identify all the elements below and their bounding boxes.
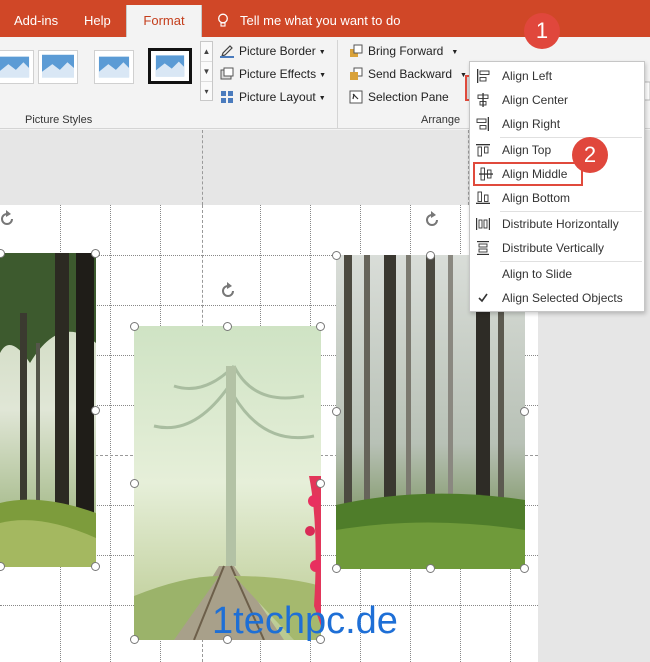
bring-forward-button[interactable]: Bring Forward ▼ [349, 41, 458, 61]
callout-badge-1: 1 [524, 13, 560, 49]
picture-style-icon [152, 51, 188, 81]
resize-handle[interactable] [426, 251, 435, 260]
align-center-icon [477, 93, 489, 107]
resize-handle[interactable] [520, 407, 529, 416]
resize-handle[interactable] [520, 564, 529, 573]
menu-item-distribute-horizontally[interactable]: Distribute Horizontally [470, 212, 644, 236]
picture-border-button[interactable]: Picture Border ▼ [220, 41, 326, 61]
rotate-handle-icon[interactable] [219, 282, 237, 300]
align-middle-icon [479, 167, 493, 181]
resize-handle[interactable] [130, 322, 139, 331]
gallery-down-icon[interactable]: ▼ [201, 62, 212, 82]
rotate-handle-icon[interactable] [423, 211, 441, 229]
photo-forest-path-image [0, 253, 96, 567]
picture-effects-button[interactable]: Picture Effects ▼ [220, 64, 326, 84]
watermark-text: 1techpc.de [212, 600, 398, 642]
align-top-icon [476, 144, 490, 157]
rotate-handle-icon[interactable] [0, 210, 16, 228]
grid-line [110, 205, 111, 662]
effects-icon [220, 67, 234, 80]
picture-style-icon [0, 51, 33, 83]
picture-style-thumb[interactable] [0, 50, 34, 84]
bring-forward-icon [350, 44, 363, 57]
menu-item-align-selected-objects[interactable]: Align Selected Objects [470, 286, 644, 310]
resize-handle[interactable] [316, 479, 325, 488]
tab-add-ins[interactable]: Add-ins [14, 0, 58, 37]
slide[interactable] [0, 205, 538, 662]
tell-me-text: Tell me what you want to do [240, 13, 401, 28]
menu-item-align-top[interactable]: Align Top [470, 138, 644, 162]
menu-item-distribute-vertically[interactable]: Distribute Vertically [470, 236, 644, 260]
resize-handle[interactable] [91, 406, 100, 415]
picture-layout-button[interactable]: Picture Layout ▼ [220, 87, 326, 107]
picture-style-thumb[interactable] [38, 50, 78, 84]
resize-handle[interactable] [223, 322, 232, 331]
layout-icon [221, 91, 233, 103]
menu-item-align-to-slide[interactable]: Align to Slide [470, 262, 644, 286]
menu-item-align-center[interactable]: Align Center [470, 88, 644, 112]
picture-misty-tree[interactable] [134, 326, 321, 640]
picture-forest-path[interactable] [0, 253, 96, 567]
distribute-horizontal-icon [476, 218, 490, 230]
smart-guide [202, 130, 203, 205]
menu-item-align-left[interactable]: Align Left [470, 64, 644, 88]
align-right-icon [476, 117, 489, 131]
resize-handle[interactable] [91, 562, 100, 571]
gallery-scroll[interactable]: ▲ ▼ ▾ [200, 41, 213, 101]
resize-handle[interactable] [130, 635, 139, 644]
resize-handle[interactable] [0, 562, 5, 571]
align-left-icon [477, 69, 490, 83]
picture-style-thumb-selected[interactable] [148, 48, 192, 84]
group-label-picture-styles: Picture Styles [25, 114, 93, 126]
distribute-vertical-icon [477, 241, 489, 255]
resize-handle[interactable] [332, 407, 341, 416]
selection-pane-button[interactable]: Selection Pane [349, 87, 449, 107]
tab-format[interactable]: Format [126, 5, 202, 37]
photo-misty-tree-image [134, 326, 321, 640]
group-label-arrange: Arrange [421, 114, 461, 126]
menu-item-align-bottom[interactable]: Align Bottom [470, 186, 644, 210]
menu-item-align-middle[interactable]: Align Middle [473, 162, 583, 186]
align-dropdown-menu: Align Left Align Center Align Right Alig… [469, 61, 645, 312]
resize-handle[interactable] [316, 322, 325, 331]
gallery-up-icon[interactable]: ▲ [201, 42, 212, 62]
callout-badge-2: 2 [572, 137, 608, 173]
resize-handle[interactable] [91, 249, 100, 258]
lightbulb-icon [218, 13, 228, 27]
gallery-more-icon[interactable]: ▾ [201, 82, 212, 102]
resize-handle[interactable] [130, 479, 139, 488]
send-backward-button[interactable]: Send Backward ▼ [349, 64, 467, 84]
tell-me-search[interactable]: Tell me what you want to do [216, 0, 400, 37]
menu-item-align-right[interactable]: Align Right [470, 112, 644, 136]
group-separator [337, 40, 338, 128]
picture-style-icon [95, 51, 133, 83]
picture-style-thumb[interactable] [94, 50, 134, 84]
align-bottom-icon [476, 191, 490, 204]
selection-pane-icon [349, 90, 363, 104]
send-backward-icon [350, 67, 363, 80]
pencil-icon [220, 45, 234, 58]
check-icon [478, 293, 488, 303]
picture-style-icon [39, 51, 77, 83]
tab-help[interactable]: Help [84, 0, 111, 37]
resize-handle[interactable] [332, 564, 341, 573]
resize-handle[interactable] [332, 251, 341, 260]
resize-handle[interactable] [426, 564, 435, 573]
